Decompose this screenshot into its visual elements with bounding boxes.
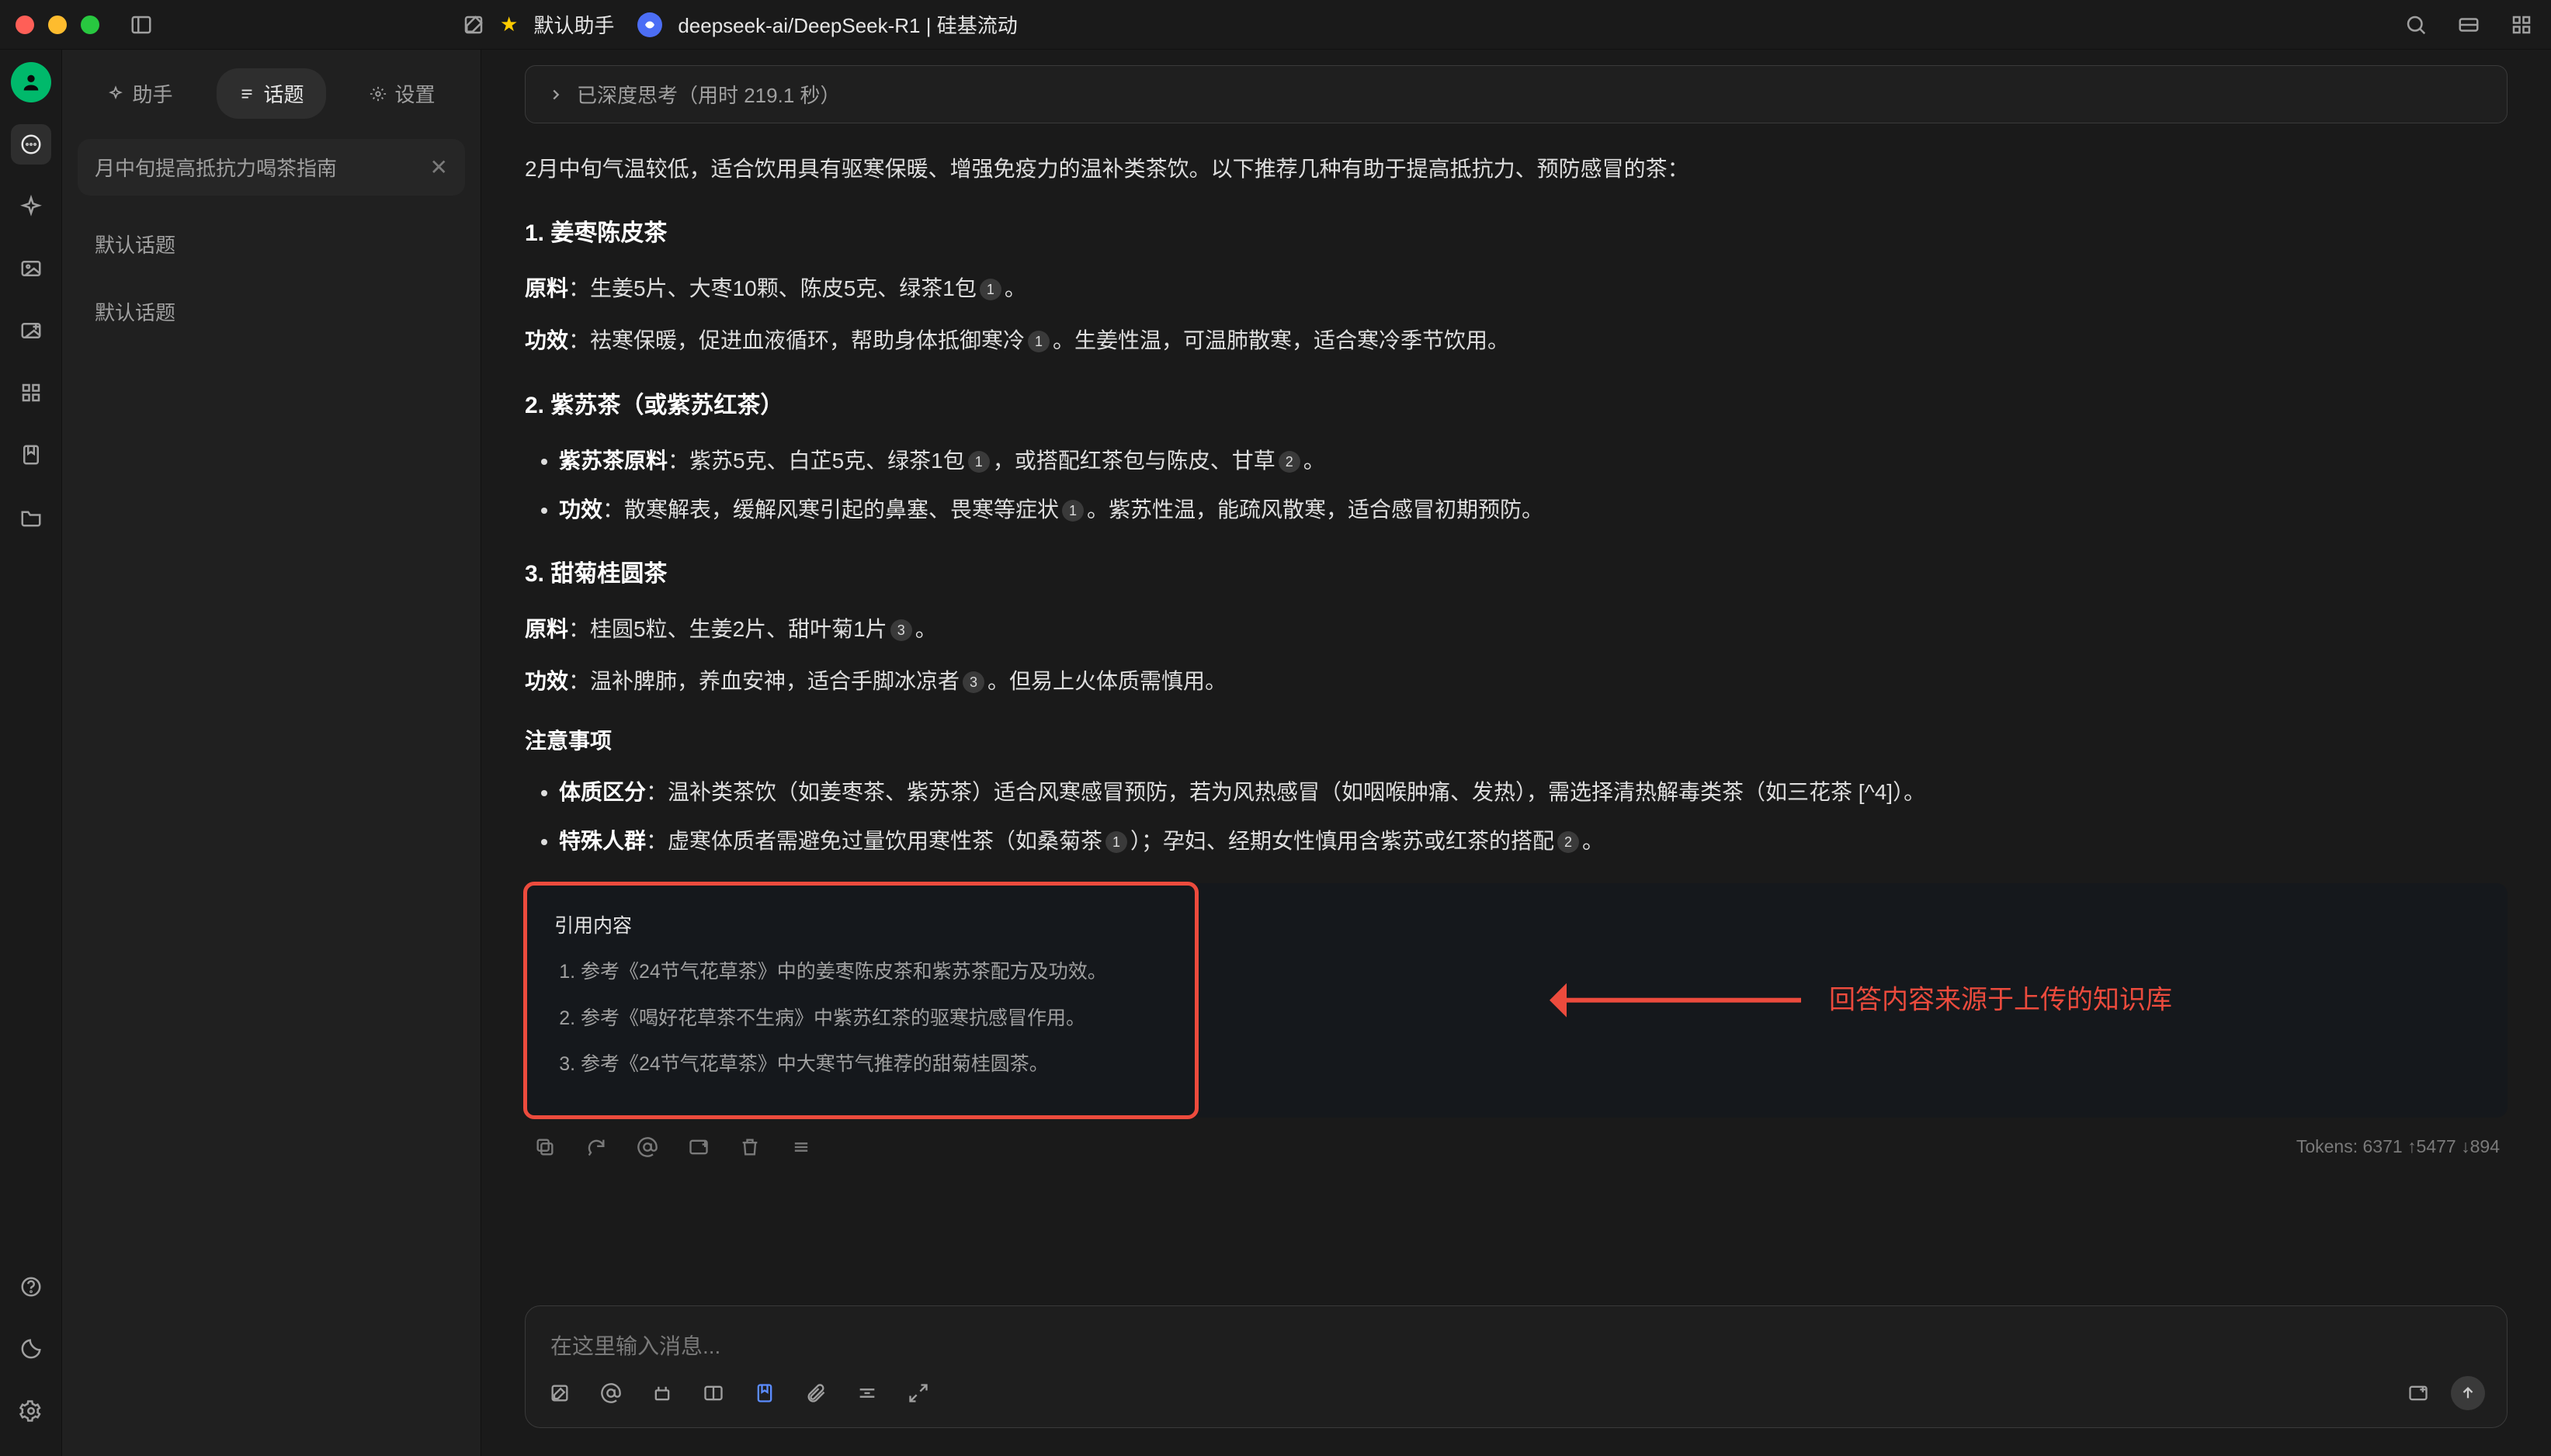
tab-assistant-label: 助手 [132,79,172,108]
reference-item: 参考《24节气花草茶》中大寒节气推荐的甜菊桂圆茶。 [581,1046,2478,1083]
avatar[interactable] [11,62,51,102]
rail-image-add-icon[interactable] [11,310,51,351]
rail-grid-icon[interactable] [11,373,51,413]
current-topic-row[interactable]: 月中旬提高抵抗力喝茶指南 ✕ [78,139,465,196]
section-1-eff: 功效：祛寒保暖，促进血液循环，帮助身体抵御寒冷1。生姜性温，可温肺散寒，适合寒冷… [525,320,2508,361]
intro-text: 2月中旬气温较低，适合饮用具有驱寒保暖、增强免疫力的温补类茶饮。以下推荐几种有助… [525,148,2508,189]
tab-topic[interactable]: 话题 [217,68,325,119]
rail-folder-icon[interactable] [11,497,51,537]
close-icon[interactable]: ✕ [430,154,448,180]
regenerate-icon[interactable] [584,1135,609,1160]
token-stats: Tokens: 6371 ↑5477 ↓894 [2296,1136,2500,1157]
sidebar-tabs: 助手 话题 设置 [62,50,481,131]
search-icon[interactable] [2402,11,2430,39]
close-window-button[interactable] [16,16,34,34]
chevron-right-icon [547,86,564,103]
rail-image-icon[interactable] [11,248,51,289]
composer-toolbar [547,1376,2485,1410]
section-1-heading: 1. 姜枣陈皮茶 [525,211,2508,255]
references-title: 引用内容 [554,908,2478,945]
notes-heading: 注意事项 [525,720,2508,761]
thinking-status[interactable]: 已深度思考（用时 219.1 秒） [525,65,2508,123]
assistant-message: 2月中旬气温较低，适合饮用具有驱寒保暖、增强免疫力的温补类茶饮。以下推荐几种有助… [525,148,2508,1118]
composer-area: 在这里输入消息... [481,1284,2551,1456]
rail-sparkle-icon[interactable] [11,186,51,227]
left-rail [0,50,62,1456]
rail-bookmark-icon[interactable] [11,435,51,475]
section-1-raw: 原料：生姜5片、大枣10颗、陈皮5克、绿茶1包1。 [525,268,2508,309]
reference-item: 参考《24节气花草茶》中的姜枣陈皮茶和紫苏茶配方及功效。 [581,954,2478,991]
edit-icon[interactable] [547,1381,572,1406]
model-name: deepseek-ai/DeepSeek-R1 | 硅基流动 [678,10,1017,39]
prompt-icon[interactable] [650,1381,675,1406]
topic-list: 默认话题 默认话题 [62,206,481,349]
title-bar: ★ 默认助手 deepseek-ai/DeepSeek-R1 | 硅基流动 [0,0,2551,50]
tab-assistant[interactable]: 助手 [85,68,194,119]
composer: 在这里输入消息... [525,1305,2508,1428]
topic-item[interactable]: 默认话题 [78,280,465,343]
mention-icon[interactable] [635,1135,660,1160]
window-controls [16,16,99,34]
star-icon: ★ [500,12,518,36]
sidebar: 助手 话题 设置 月中旬提高抵抗力喝茶指南 ✕ 默认话题 默认话题 [62,50,481,1456]
notes-item: 体质区分：温补类茶饮（如姜枣茶、紫苏茶）适合风寒感冒预防，若为风热感冒（如咽喉肿… [559,771,2508,813]
assistant-name: 默认助手 [533,10,614,39]
reference-item: 参考《喝好花草茶不生病》中紫苏红茶的驱寒抗感冒作用。 [581,1000,2478,1038]
citation-3[interactable]: 3 [890,619,912,641]
tab-topic-label: 话题 [263,79,304,108]
attach-icon[interactable] [803,1381,828,1406]
model-icon [637,12,662,37]
section-2-heading: 2. 紫苏茶（或紫苏红茶） [525,383,2508,428]
minimize-window-button[interactable] [48,16,67,34]
citation-2[interactable]: 2 [1557,831,1579,853]
topic-item[interactable]: 默认话题 [78,213,465,276]
image-add-icon[interactable] [686,1135,711,1160]
apps-grid-icon[interactable] [2508,11,2535,39]
maximize-window-button[interactable] [81,16,99,34]
expand-icon[interactable] [906,1381,931,1406]
citation-3[interactable]: 3 [963,671,984,693]
citation-2[interactable]: 2 [1279,451,1300,473]
references-block: 引用内容 参考《24节气花草茶》中的姜枣陈皮茶和紫苏茶配方及功效。 参考《喝好花… [525,883,2508,1118]
citation-1[interactable]: 1 [1105,831,1127,853]
main-panel: 已深度思考（用时 219.1 秒） 2月中旬气温较低，适合饮用具有驱寒保暖、增强… [481,50,2551,1456]
current-topic-title: 月中旬提高抵抗力喝茶指南 [95,153,337,182]
image-upload-icon[interactable] [2406,1381,2431,1406]
thinking-text: 已深度思考（用时 219.1 秒） [577,80,841,109]
citation-1[interactable]: 1 [968,451,990,473]
rail-help-icon[interactable] [11,1267,51,1307]
send-button[interactable] [2451,1376,2485,1410]
compose-icon[interactable] [460,11,488,39]
more-icon[interactable] [789,1135,814,1160]
chat-scroll[interactable]: 已深度思考（用时 219.1 秒） 2月中旬气温较低，适合饮用具有驱寒保暖、增强… [481,50,2551,1284]
citation-1[interactable]: 1 [980,279,1001,300]
window-collapse-icon[interactable] [2455,11,2483,39]
rail-settings-icon[interactable] [11,1391,51,1431]
section-3-eff: 功效：温补脾肺，养血安神，适合手脚冰凉者3。但易上火体质需慎用。 [525,660,2508,702]
layout-icon[interactable] [701,1381,726,1406]
citation-1[interactable]: 1 [1028,331,1050,352]
model-selector[interactable]: deepseek-ai/DeepSeek-R1 | 硅基流动 [637,10,1017,39]
delete-icon[interactable] [738,1135,762,1160]
message-actions: Tokens: 6371 ↑5477 ↓894 [525,1118,2508,1167]
mention-icon[interactable] [599,1381,623,1406]
sidebar-toggle-icon[interactable] [127,11,155,39]
notes-item: 特殊人群：虚寒体质者需避免过量饮用寒性茶（如桑菊茶1）；孕妇、经期女性慎用含紫苏… [559,820,2508,861]
rail-chat-icon[interactable] [11,124,51,165]
section-3-heading: 3. 甜菊桂圆茶 [525,552,2508,596]
section-2-item: 功效：散寒解表，缓解风寒引起的鼻塞、畏寒等症状1。紫苏性温，能疏风散寒，适合感冒… [559,489,2508,530]
section-2-item: 紫苏茶原料：紫苏5克、白芷5克、绿茶1包1，或搭配红茶包与陈皮、甘草2。 [559,440,2508,481]
message-input[interactable]: 在这里输入消息... [547,1323,2485,1376]
copy-icon[interactable] [533,1135,557,1160]
citation-1[interactable]: 1 [1062,500,1084,522]
assistant-selector[interactable]: ★ 默认助手 [500,10,614,39]
tab-settings[interactable]: 设置 [348,68,456,119]
knowledge-base-icon[interactable] [752,1381,777,1406]
rail-theme-icon[interactable] [11,1329,51,1369]
clear-icon[interactable] [855,1381,880,1406]
tab-settings-label: 设置 [394,79,435,108]
section-3-raw: 原料：桂圆5粒、生姜2片、甜叶菊1片3。 [525,608,2508,650]
